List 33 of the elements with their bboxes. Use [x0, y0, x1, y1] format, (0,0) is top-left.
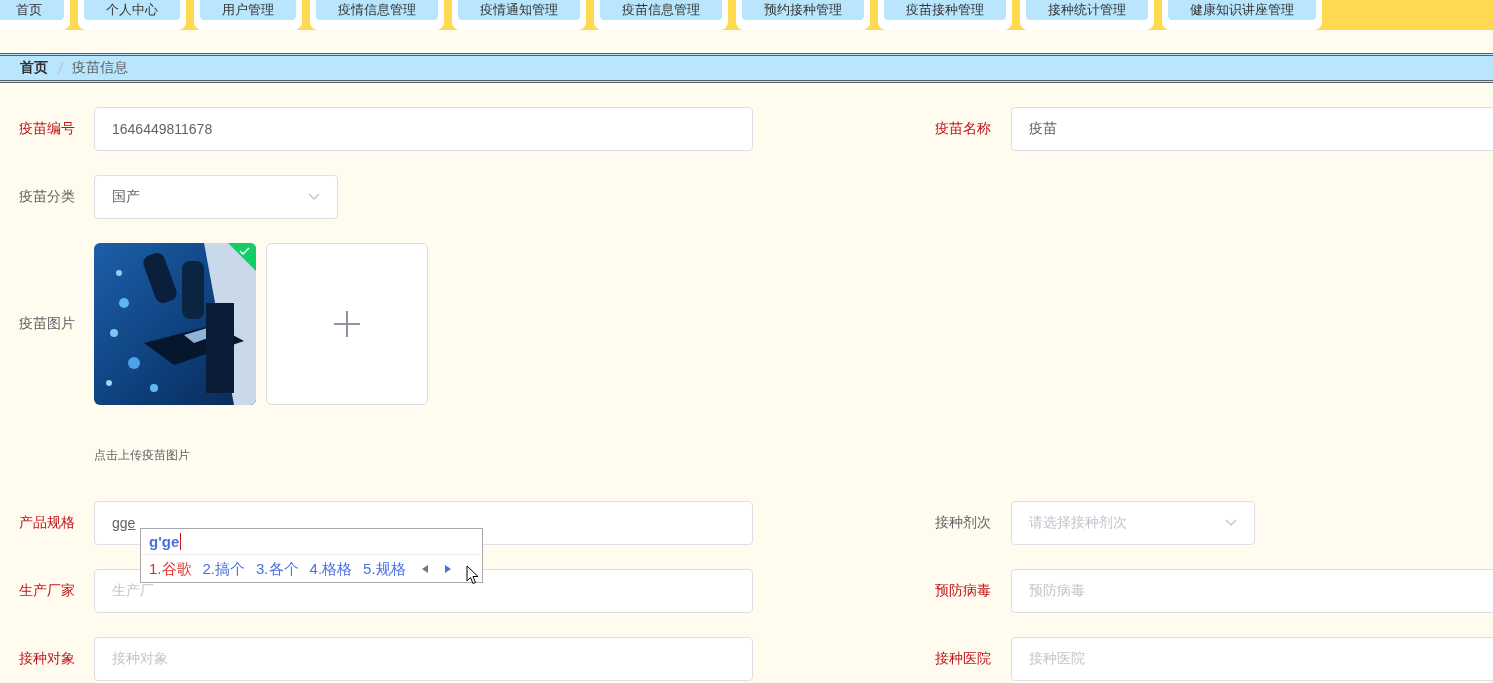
select-field[interactable]: 国产	[94, 175, 338, 219]
nav-tab[interactable]: 首页	[0, 0, 64, 20]
ime-composition: g'ge	[149, 533, 180, 550]
previous-page-icon[interactable]	[420, 564, 429, 574]
nav-tab[interactable]: 疫苗信息管理	[600, 0, 722, 20]
breadcrumb-item: 疫苗信息	[72, 59, 128, 77]
upload-hint: 点击上传疫苗图片	[94, 447, 191, 464]
breadcrumb-item[interactable]: 首页	[20, 59, 48, 77]
text-field[interactable]: 疫苗	[1011, 107, 1493, 151]
chevron-down-icon	[1225, 519, 1237, 527]
field-label: 接种剂次	[934, 514, 992, 532]
field-label: 产品规格	[18, 514, 76, 532]
field-label: 预防病毒	[934, 582, 992, 600]
nav-tab[interactable]: 接种统计管理	[1026, 0, 1148, 20]
field-label: 接种医院	[934, 650, 992, 668]
chevron-down-icon	[308, 193, 320, 201]
nav-tab[interactable]: 疫情信息管理	[316, 0, 438, 20]
nav-tab[interactable]: 疫苗接种管理	[884, 0, 1006, 20]
next-page-icon[interactable]	[443, 564, 452, 574]
nav-tab[interactable]: 健康知识讲座管理	[1168, 0, 1316, 20]
field-label: 生产厂家	[18, 582, 76, 600]
nav-tab[interactable]: 疫情通知管理	[458, 0, 580, 20]
field-label: 疫苗分类	[18, 188, 76, 206]
field-label: 疫苗编号	[18, 120, 76, 138]
nav-tab[interactable]: 用户管理	[200, 0, 296, 20]
field-label: 接种对象	[18, 650, 76, 668]
separator-icon	[56, 61, 64, 75]
plus-icon	[333, 310, 361, 338]
nav-tab[interactable]: 预约接种管理	[742, 0, 864, 20]
field-label: 疫苗图片	[18, 315, 76, 333]
text-field[interactable]: 1646449811678	[94, 107, 753, 151]
nav-tab[interactable]: 个人中心	[84, 0, 180, 20]
field-label: 疫苗名称	[934, 120, 992, 138]
